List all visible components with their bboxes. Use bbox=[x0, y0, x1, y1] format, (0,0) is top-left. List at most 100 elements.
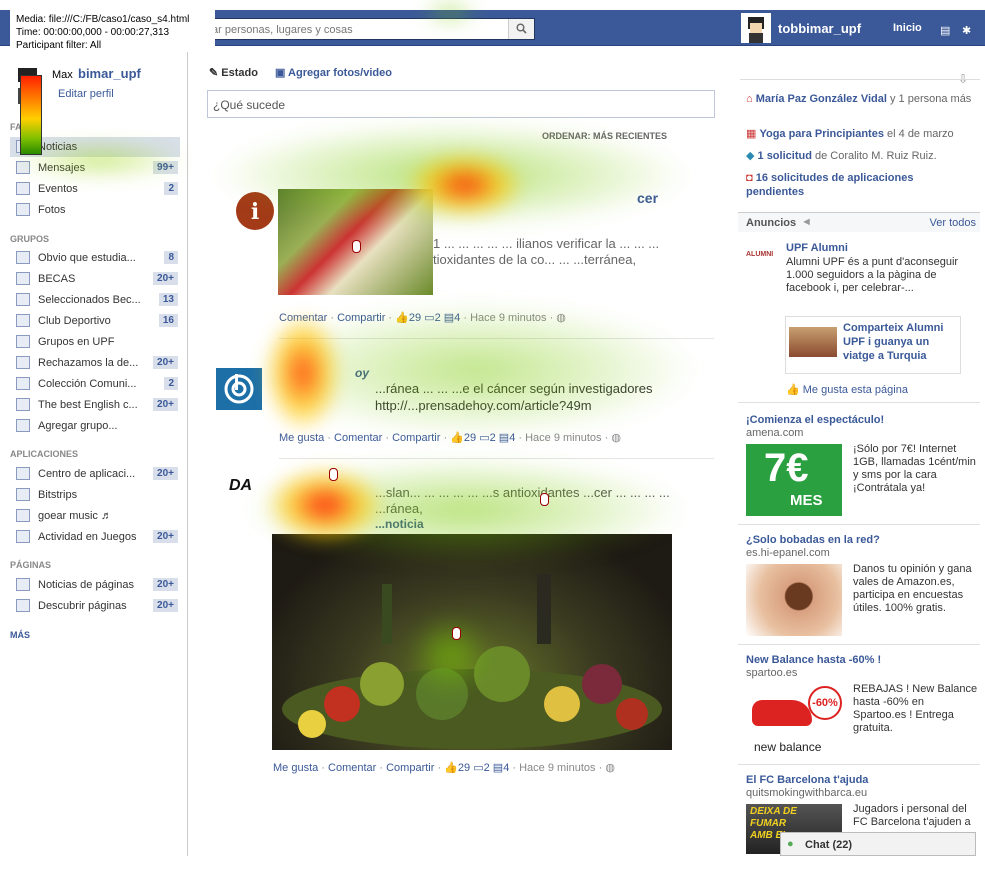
settings-gear-icon[interactable]: ✱ bbox=[962, 24, 971, 37]
sidebar-item-group[interactable]: Club Deportivo 16 bbox=[10, 311, 180, 331]
share-link[interactable]: Compartir bbox=[392, 432, 440, 444]
post-3-vegetables-image[interactable] bbox=[272, 534, 672, 750]
sidebar-item-app[interactable]: goear music ♬ bbox=[10, 506, 180, 526]
sidebar-item-add-group[interactable]: Agregar grupo... bbox=[10, 416, 180, 436]
group-icon bbox=[16, 377, 30, 390]
media-path: Media: file:///C:/FB/caso1/caso_s4.html bbox=[16, 14, 190, 25]
like-page-link[interactable]: 👍 Me gusta esta página bbox=[786, 383, 908, 396]
ad2-title[interactable]: ¡Comienza el espectáculo! bbox=[746, 414, 884, 426]
ad4-image[interactable]: -60% new balance bbox=[746, 684, 842, 758]
post-3-logo-text[interactable]: DA bbox=[229, 477, 252, 495]
sidebar-item-page[interactable]: Descubrir páginas 20+ bbox=[10, 596, 180, 616]
share-count[interactable]: ▤4 bbox=[499, 432, 516, 444]
ad5-title[interactable]: El FC Barcelona t'ajuda bbox=[746, 774, 868, 786]
like-link[interactable]: Me gusta bbox=[273, 762, 318, 774]
friend-request[interactable]: ◆ 1 solicitud de Coralito M. Ruiz Ruiz. bbox=[746, 149, 937, 162]
ad2-image[interactable]: 7€ MES bbox=[746, 444, 842, 516]
app-requests[interactable]: ◘ 16 solicitudes de aplicaciones pendien… bbox=[746, 171, 956, 199]
messages-icon bbox=[16, 161, 30, 174]
mouse-click-icon bbox=[352, 240, 361, 253]
comment-count[interactable]: ▭2 bbox=[424, 312, 441, 324]
sidebar-item-group[interactable]: Obvio que estudia... 8 bbox=[10, 248, 180, 268]
share-count[interactable]: ▤4 bbox=[493, 762, 510, 774]
mouse-click-icon bbox=[329, 468, 338, 481]
comment-link[interactable]: Comentar bbox=[279, 312, 327, 324]
comment-count[interactable]: ▭2 bbox=[479, 432, 496, 444]
chat-bar[interactable]: ● Chat (22) bbox=[780, 832, 976, 856]
comment-link[interactable]: Comentar bbox=[328, 762, 376, 774]
post-2-logo[interactable] bbox=[216, 368, 262, 410]
post-1-logo[interactable]: i bbox=[235, 191, 275, 234]
search-button[interactable] bbox=[508, 19, 534, 39]
count-badge: 20+ bbox=[153, 530, 178, 543]
status-tab[interactable]: ✎ Estado bbox=[209, 66, 258, 79]
post-time[interactable]: Hace 9 minutos bbox=[525, 432, 601, 444]
sidebar-item-app[interactable]: Actividad en Juegos 20+ bbox=[10, 527, 180, 547]
like-count[interactable]: 👍29 bbox=[444, 762, 470, 774]
ad1-promo-box[interactable]: Comparteix Alumni UPF i guanya un viatge… bbox=[785, 316, 961, 374]
user-name-link[interactable]: tobbimar_upf bbox=[778, 21, 861, 36]
sidebar-item-group[interactable]: Rechazamos la de... 20+ bbox=[10, 353, 180, 373]
sidebar-item-app[interactable]: Centro de aplicaci... 20+ bbox=[10, 464, 180, 484]
friends-icon[interactable]: ▤ bbox=[940, 24, 950, 37]
goear-icon bbox=[16, 509, 30, 522]
share-link[interactable]: Compartir bbox=[386, 762, 434, 774]
share-count[interactable]: ▤4 bbox=[444, 312, 461, 324]
profile-name[interactable]: bimar_upf bbox=[78, 66, 141, 81]
sort-dropdown[interactable]: ORDENAR: MÁS RECIENTES bbox=[542, 131, 667, 141]
sidebar-item-group[interactable]: Grupos en UPF bbox=[10, 332, 180, 352]
sidebar-item-fotos[interactable]: Fotos bbox=[10, 200, 180, 220]
share-link[interactable]: Compartir bbox=[337, 312, 385, 324]
like-count[interactable]: 👍29 bbox=[450, 432, 476, 444]
groups-heading: GRUPOS bbox=[10, 234, 50, 244]
ad4-text: REBAJAS ! New Balance hasta -60% en Spar… bbox=[853, 683, 978, 734]
edit-profile-link[interactable]: Editar perfil bbox=[58, 88, 114, 100]
megaphone-icon: ◄ bbox=[801, 216, 812, 228]
see-all-link[interactable]: Ver todos bbox=[930, 217, 976, 229]
ad3-title[interactable]: ¿Solo bobadas en la red? bbox=[746, 534, 880, 546]
post-divider bbox=[279, 338, 714, 339]
post-time[interactable]: Hace 9 minutos bbox=[470, 312, 546, 324]
count-badge: 2 bbox=[164, 182, 178, 195]
like-count[interactable]: 👍29 bbox=[395, 312, 421, 324]
count-badge: 20+ bbox=[153, 467, 178, 480]
like-link[interactable]: Me gusta bbox=[279, 432, 324, 444]
status-composer-input[interactable]: ¿Qué sucede bbox=[207, 90, 715, 118]
heatmap-info-box: Media: file:///C:/FB/caso1/caso_s4.html … bbox=[10, 10, 215, 52]
ad3-image[interactable] bbox=[746, 564, 842, 636]
sidebar-item-eventos[interactable]: Eventos 2 bbox=[10, 179, 180, 199]
post-3-subtitle[interactable]: ...noticia bbox=[375, 517, 424, 531]
calendar-icon bbox=[16, 182, 30, 195]
post-1-title[interactable]: cer bbox=[637, 190, 658, 206]
alumni-logo[interactable]: ALUMNI bbox=[746, 251, 773, 258]
ad4-title[interactable]: New Balance hasta -60% ! bbox=[746, 654, 881, 666]
comment-count[interactable]: ▭2 bbox=[473, 762, 490, 774]
sidebar-item-group[interactable]: BECAS 20+ bbox=[10, 269, 180, 289]
post-2-title[interactable]: oy bbox=[355, 366, 369, 380]
post-2-link[interactable]: http://...prensadehoy.com/article?49m bbox=[375, 398, 592, 413]
comment-link[interactable]: Comentar bbox=[334, 432, 382, 444]
divider bbox=[740, 79, 980, 80]
participant-filter: Participant filter: All bbox=[16, 40, 102, 51]
comment-icon: ▭ bbox=[473, 762, 484, 774]
post-2-text: ...ránea ... ... ...e el cáncer según in… bbox=[375, 381, 653, 396]
sidebar-item-group[interactable]: Colección Comuni... 2 bbox=[10, 374, 180, 394]
count-badge: 20+ bbox=[153, 272, 178, 285]
count-badge: 20+ bbox=[153, 398, 178, 411]
sidebar-item-mensajes[interactable]: Mensajes 99+ bbox=[10, 158, 180, 178]
sidebar-item-page[interactable]: Noticias de páginas 20+ bbox=[10, 575, 180, 595]
search-input[interactable]: ar personas, lugares y cosas bbox=[205, 18, 535, 40]
post-time[interactable]: Hace 9 minutos bbox=[519, 762, 595, 774]
more-link[interactable]: MÁS bbox=[10, 630, 30, 640]
sidebar-item-group[interactable]: The best English c... 20+ bbox=[10, 395, 180, 415]
event-request[interactable]: ▦ Yoga para Principiantes el 4 de marzo bbox=[746, 127, 954, 140]
birthday-request[interactable]: ⌂ María Paz González Vidal y 1 persona m… bbox=[746, 92, 976, 106]
count-badge: 2 bbox=[164, 377, 178, 390]
home-link[interactable]: Inicio bbox=[893, 22, 922, 34]
lightbulb-icon bbox=[16, 398, 30, 411]
add-photo-tab[interactable]: ▣ Agregar fotos/video bbox=[275, 66, 392, 79]
ad1-title[interactable]: UPF Alumni bbox=[786, 242, 848, 254]
sidebar-item-group[interactable]: Seleccionados Bec... 13 bbox=[10, 290, 180, 310]
sidebar-item-app[interactable]: Bitstrips bbox=[10, 485, 180, 505]
user-avatar-top[interactable] bbox=[741, 13, 771, 43]
